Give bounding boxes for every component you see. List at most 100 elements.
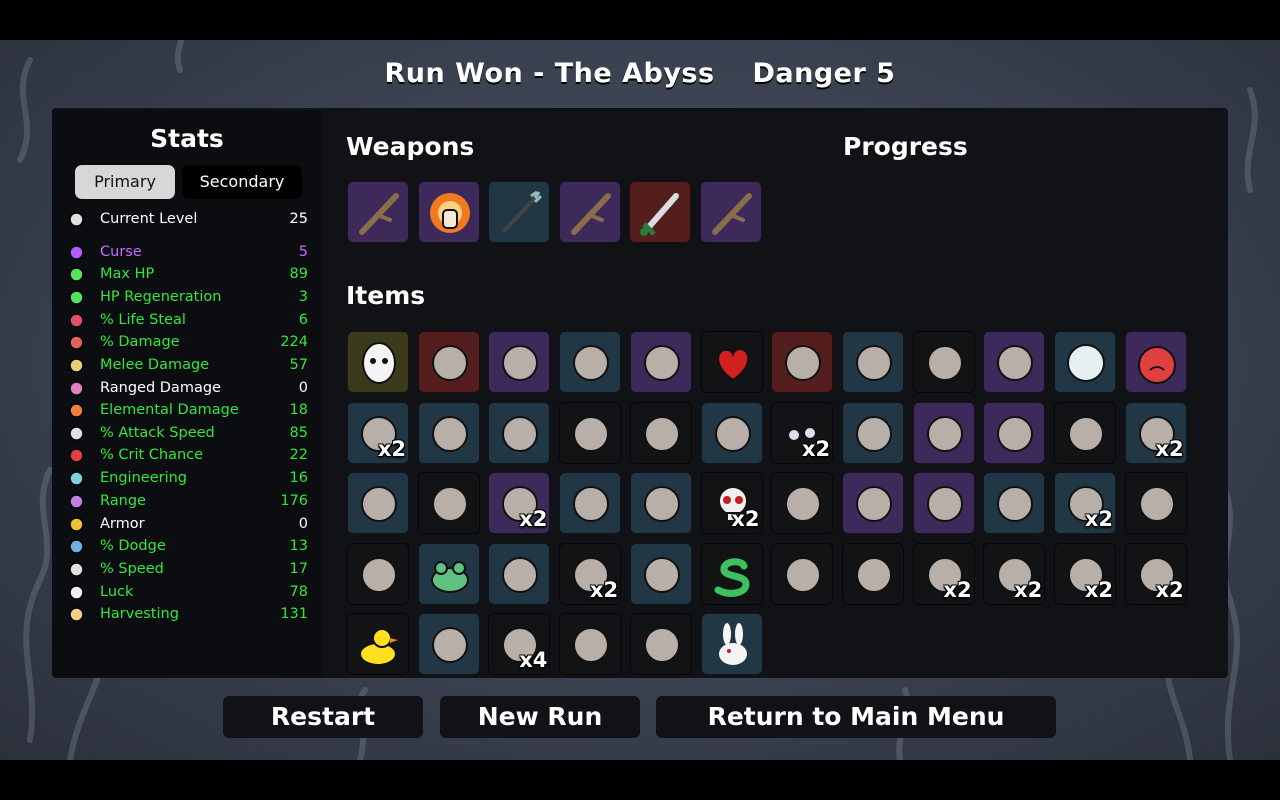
mushrooms-slot[interactable] <box>983 331 1046 393</box>
eyes-slot[interactable]: x2 <box>771 401 834 464</box>
item-count-badge: x2 <box>377 436 406 461</box>
stat-label: Luck <box>100 584 134 600</box>
item-count-badge: x2 <box>731 507 760 531</box>
stat-value: 17 <box>289 561 308 577</box>
regen-icon <box>68 289 85 306</box>
snake-slot[interactable] <box>700 542 763 605</box>
stat-value: 78 <box>289 584 308 600</box>
dagger-slot[interactable]: x2 <box>1054 542 1116 605</box>
starfish-slot[interactable] <box>983 401 1046 464</box>
bat-slot[interactable] <box>912 331 975 393</box>
flannel-shirt-slot[interactable] <box>629 613 692 675</box>
lighthouse-slot[interactable] <box>417 472 480 534</box>
main-menu-button[interactable]: Return to Main Menu <box>656 696 1056 738</box>
crit-icon <box>68 447 85 464</box>
fang-slot[interactable] <box>347 542 409 605</box>
claws-slot[interactable]: x2 <box>347 401 409 464</box>
bottle-slot[interactable] <box>629 331 692 393</box>
item-count-badge: x4 <box>519 648 548 672</box>
new-run-button[interactable]: New Run <box>440 696 640 738</box>
stick-slot[interactable] <box>347 181 409 243</box>
stat-value: 6 <box>298 312 308 328</box>
black-balls-slot[interactable] <box>559 331 622 393</box>
spear-slot[interactable] <box>488 181 550 243</box>
syringe-slot[interactable] <box>559 401 622 464</box>
thorns-slot[interactable] <box>1124 472 1187 534</box>
stat-row: Max HP 89 <box>68 263 308 285</box>
stat-row: % Damage 224 <box>68 331 308 353</box>
tardigrade-slot[interactable] <box>912 401 975 464</box>
chain-ring-slot[interactable] <box>559 472 622 534</box>
run-result-label: Run Won - The Abyss <box>384 58 715 89</box>
stat-value: 224 <box>280 334 308 350</box>
sword-slot[interactable] <box>629 181 691 243</box>
potion-slot[interactable] <box>629 472 692 534</box>
tooth-slot[interactable] <box>629 401 692 464</box>
tomato-face-slot[interactable] <box>1124 331 1187 393</box>
red-heart-slot[interactable] <box>700 331 763 393</box>
stat-row: % Dodge 13 <box>68 535 308 557</box>
harvesting-icon <box>68 606 85 623</box>
cauldron-slot[interactable] <box>771 472 834 534</box>
dodge-icon <box>68 538 85 555</box>
stat-row: Luck 78 <box>68 581 308 603</box>
run-summary-title: Run Won - The Abyss Danger 5 <box>0 58 1280 89</box>
red-ring-slot[interactable] <box>841 401 904 464</box>
helmet-slot[interactable] <box>771 331 834 393</box>
item-count-badge: x2 <box>1084 577 1113 602</box>
skull-slot[interactable]: x2 <box>700 472 763 534</box>
stat-row: Armor 0 <box>68 513 308 535</box>
worm-slot[interactable] <box>488 401 551 464</box>
goat-skull-slot[interactable]: x2 <box>912 542 975 605</box>
clam-slot[interactable] <box>417 613 480 675</box>
red-beast-slot[interactable]: x2 <box>559 542 622 605</box>
grenade-slot[interactable]: x2 <box>1124 401 1187 464</box>
item-count-badge: x2 <box>589 577 619 602</box>
fish-slot[interactable] <box>771 542 834 605</box>
stat-label: % Life Steal <box>100 312 186 328</box>
mortar-slot[interactable] <box>841 472 904 534</box>
stat-label: Armor <box>100 516 145 532</box>
frog-slot[interactable] <box>417 542 480 605</box>
flaming-fist-slot[interactable] <box>417 181 480 243</box>
hedgehog-slot[interactable]: x2 <box>1124 542 1187 605</box>
crystal-ball-slot[interactable] <box>1054 331 1116 393</box>
stat-label: Harvesting <box>100 606 179 622</box>
stat-row: % Life Steal 6 <box>68 309 308 331</box>
stick-slot[interactable] <box>558 181 621 243</box>
rock-slot[interactable]: x2 <box>983 542 1046 605</box>
ghost-slot[interactable] <box>841 542 904 605</box>
cocoon-slot[interactable] <box>347 472 409 534</box>
sack-slot[interactable] <box>559 613 622 675</box>
stat-label: Ranged Damage <box>100 380 221 396</box>
tab-secondary[interactable]: Secondary <box>182 165 302 199</box>
claw-shards-slot[interactable] <box>488 542 551 605</box>
stat-row: Melee Damage 57 <box>68 354 308 376</box>
stat-label: % Speed <box>100 561 164 577</box>
crystal-slot[interactable]: x2 <box>488 472 551 534</box>
junk-pile-slot[interactable] <box>417 401 480 464</box>
propeller-hat-slot[interactable]: x4 <box>488 613 551 675</box>
wasp-slot[interactable]: x2 <box>1054 472 1116 534</box>
leather-vest-slot[interactable] <box>841 331 904 393</box>
danger-level-label: Danger 5 <box>752 58 896 89</box>
zombie-head-slot[interactable] <box>417 331 480 393</box>
rabbit-slot[interactable] <box>700 613 763 675</box>
egg-face-slot[interactable] <box>347 331 409 393</box>
restart-button[interactable]: Restart <box>223 696 423 738</box>
ranged-icon <box>68 380 85 397</box>
damage-icon <box>68 334 85 351</box>
scarecrow-slot[interactable] <box>629 542 692 605</box>
stat-value: 22 <box>289 447 308 463</box>
rubber-duck-slot[interactable] <box>347 613 409 675</box>
medkit-robot-slot[interactable] <box>700 401 763 464</box>
stick-slot[interactable] <box>699 181 762 243</box>
stat-label: HP Regeneration <box>100 289 222 305</box>
snail-slot[interactable] <box>983 472 1046 534</box>
snail-shell-slot[interactable] <box>1054 401 1116 464</box>
stat-row: Ranged Damage 0 <box>68 377 308 399</box>
progress-title: Progress <box>843 132 968 161</box>
tab-primary[interactable]: Primary <box>75 165 175 199</box>
cannon-slot[interactable] <box>488 331 551 393</box>
triangle-gem-slot[interactable] <box>912 472 975 534</box>
